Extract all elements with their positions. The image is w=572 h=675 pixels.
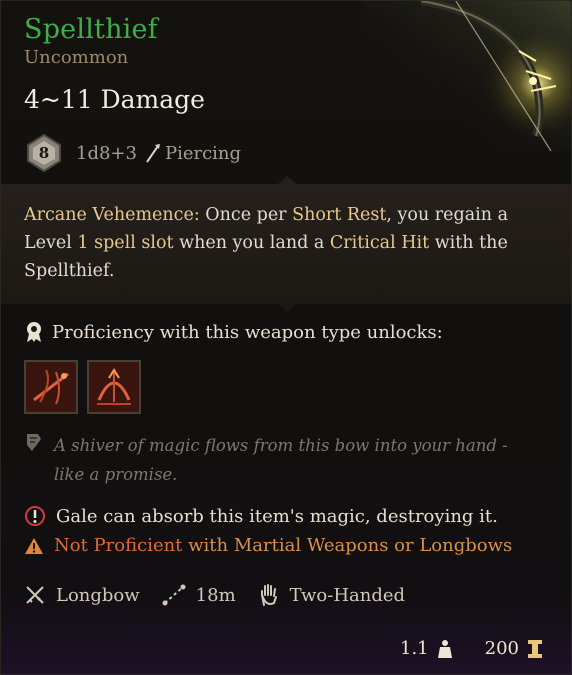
weapon-properties: Longbow 18m Two-Handed <box>24 583 427 607</box>
item-header: Spellthief Uncommon <box>24 13 158 69</box>
proficiency-row: Proficiency with this weapon type unlock… <box>24 321 443 343</box>
piercing-arrow-icon <box>146 144 160 163</box>
absorb-row: Gale can absorb this item's magic, destr… <box>24 505 498 527</box>
weapon-range: 18m <box>195 584 236 606</box>
hand-icon <box>260 584 277 606</box>
item-value: 200 <box>484 638 519 659</box>
proficiency-warning-row: Not Proficient with Martial Weapons or L… <box>24 535 512 556</box>
warning-icon <box>25 537 43 554</box>
flavor-text-row: A shiver of magic flows from this bow in… <box>24 431 544 489</box>
not-proficient-label: Not Proficient <box>54 535 183 556</box>
spell-slot-keyword[interactable]: 1 spell slot <box>77 233 173 253</box>
damage-dice-row: 8 1d8+3 Piercing <box>24 133 242 173</box>
passive-title: Arcane Vehemence: <box>24 205 200 225</box>
mobile-shot-icon <box>89 362 139 412</box>
unlocked-actions <box>24 360 141 414</box>
absorb-text: Gale can absorb this item's magic, destr… <box>56 505 498 527</box>
crossed-swords-icon <box>26 586 44 604</box>
item-footer: 1.1 200 <box>400 638 543 659</box>
section-notch-bottom <box>278 304 296 312</box>
action-slot-1[interactable] <box>24 360 78 414</box>
damage-type: Piercing <box>164 142 242 164</box>
short-rest-keyword[interactable]: Short Rest <box>292 205 386 225</box>
weapon-type: Longbow <box>56 584 140 606</box>
item-rarity: Uncommon <box>24 47 129 68</box>
passive-description: Arcane Vehemence: Once per Short Rest, y… <box>24 205 509 281</box>
section-notch-top <box>278 176 296 184</box>
proficiency-detail: with Martial Weapons or Longbows <box>182 535 513 556</box>
proficiency-badge-icon <box>27 322 41 342</box>
damage-range: 4~11 Damage <box>24 85 205 114</box>
item-weight: 1.1 <box>400 638 429 659</box>
item-tooltip: Spellthief Uncommon 4~11 Damage 8 1d8+3 … <box>0 0 572 675</box>
longbow-art <box>361 1 571 151</box>
gold-coin-icon <box>528 639 542 658</box>
flavor-text: A shiver of magic flows from this bow in… <box>54 436 508 484</box>
scroll-icon <box>27 434 41 451</box>
handedness: Two-Handed <box>289 584 406 606</box>
weapon-type-prop: Longbow <box>24 584 140 606</box>
damage-dice: 1d8+3 <box>76 142 137 164</box>
piercing-shot-icon <box>26 362 76 412</box>
item-name: Spellthief <box>24 14 158 45</box>
weight-icon <box>437 639 452 658</box>
handedness-prop: Two-Handed <box>258 583 405 607</box>
die-face-label: 8 <box>38 144 50 162</box>
range-prop: 18m <box>162 584 236 606</box>
proficiency-label: Proficiency with this weapon type unlock… <box>52 321 443 343</box>
critical-hit-keyword[interactable]: Critical Hit <box>330 233 429 253</box>
range-icon <box>162 584 186 606</box>
d8-die-icon: 8 <box>24 133 64 173</box>
magic-absorb-icon <box>25 506 45 526</box>
action-slot-2[interactable] <box>87 360 141 414</box>
